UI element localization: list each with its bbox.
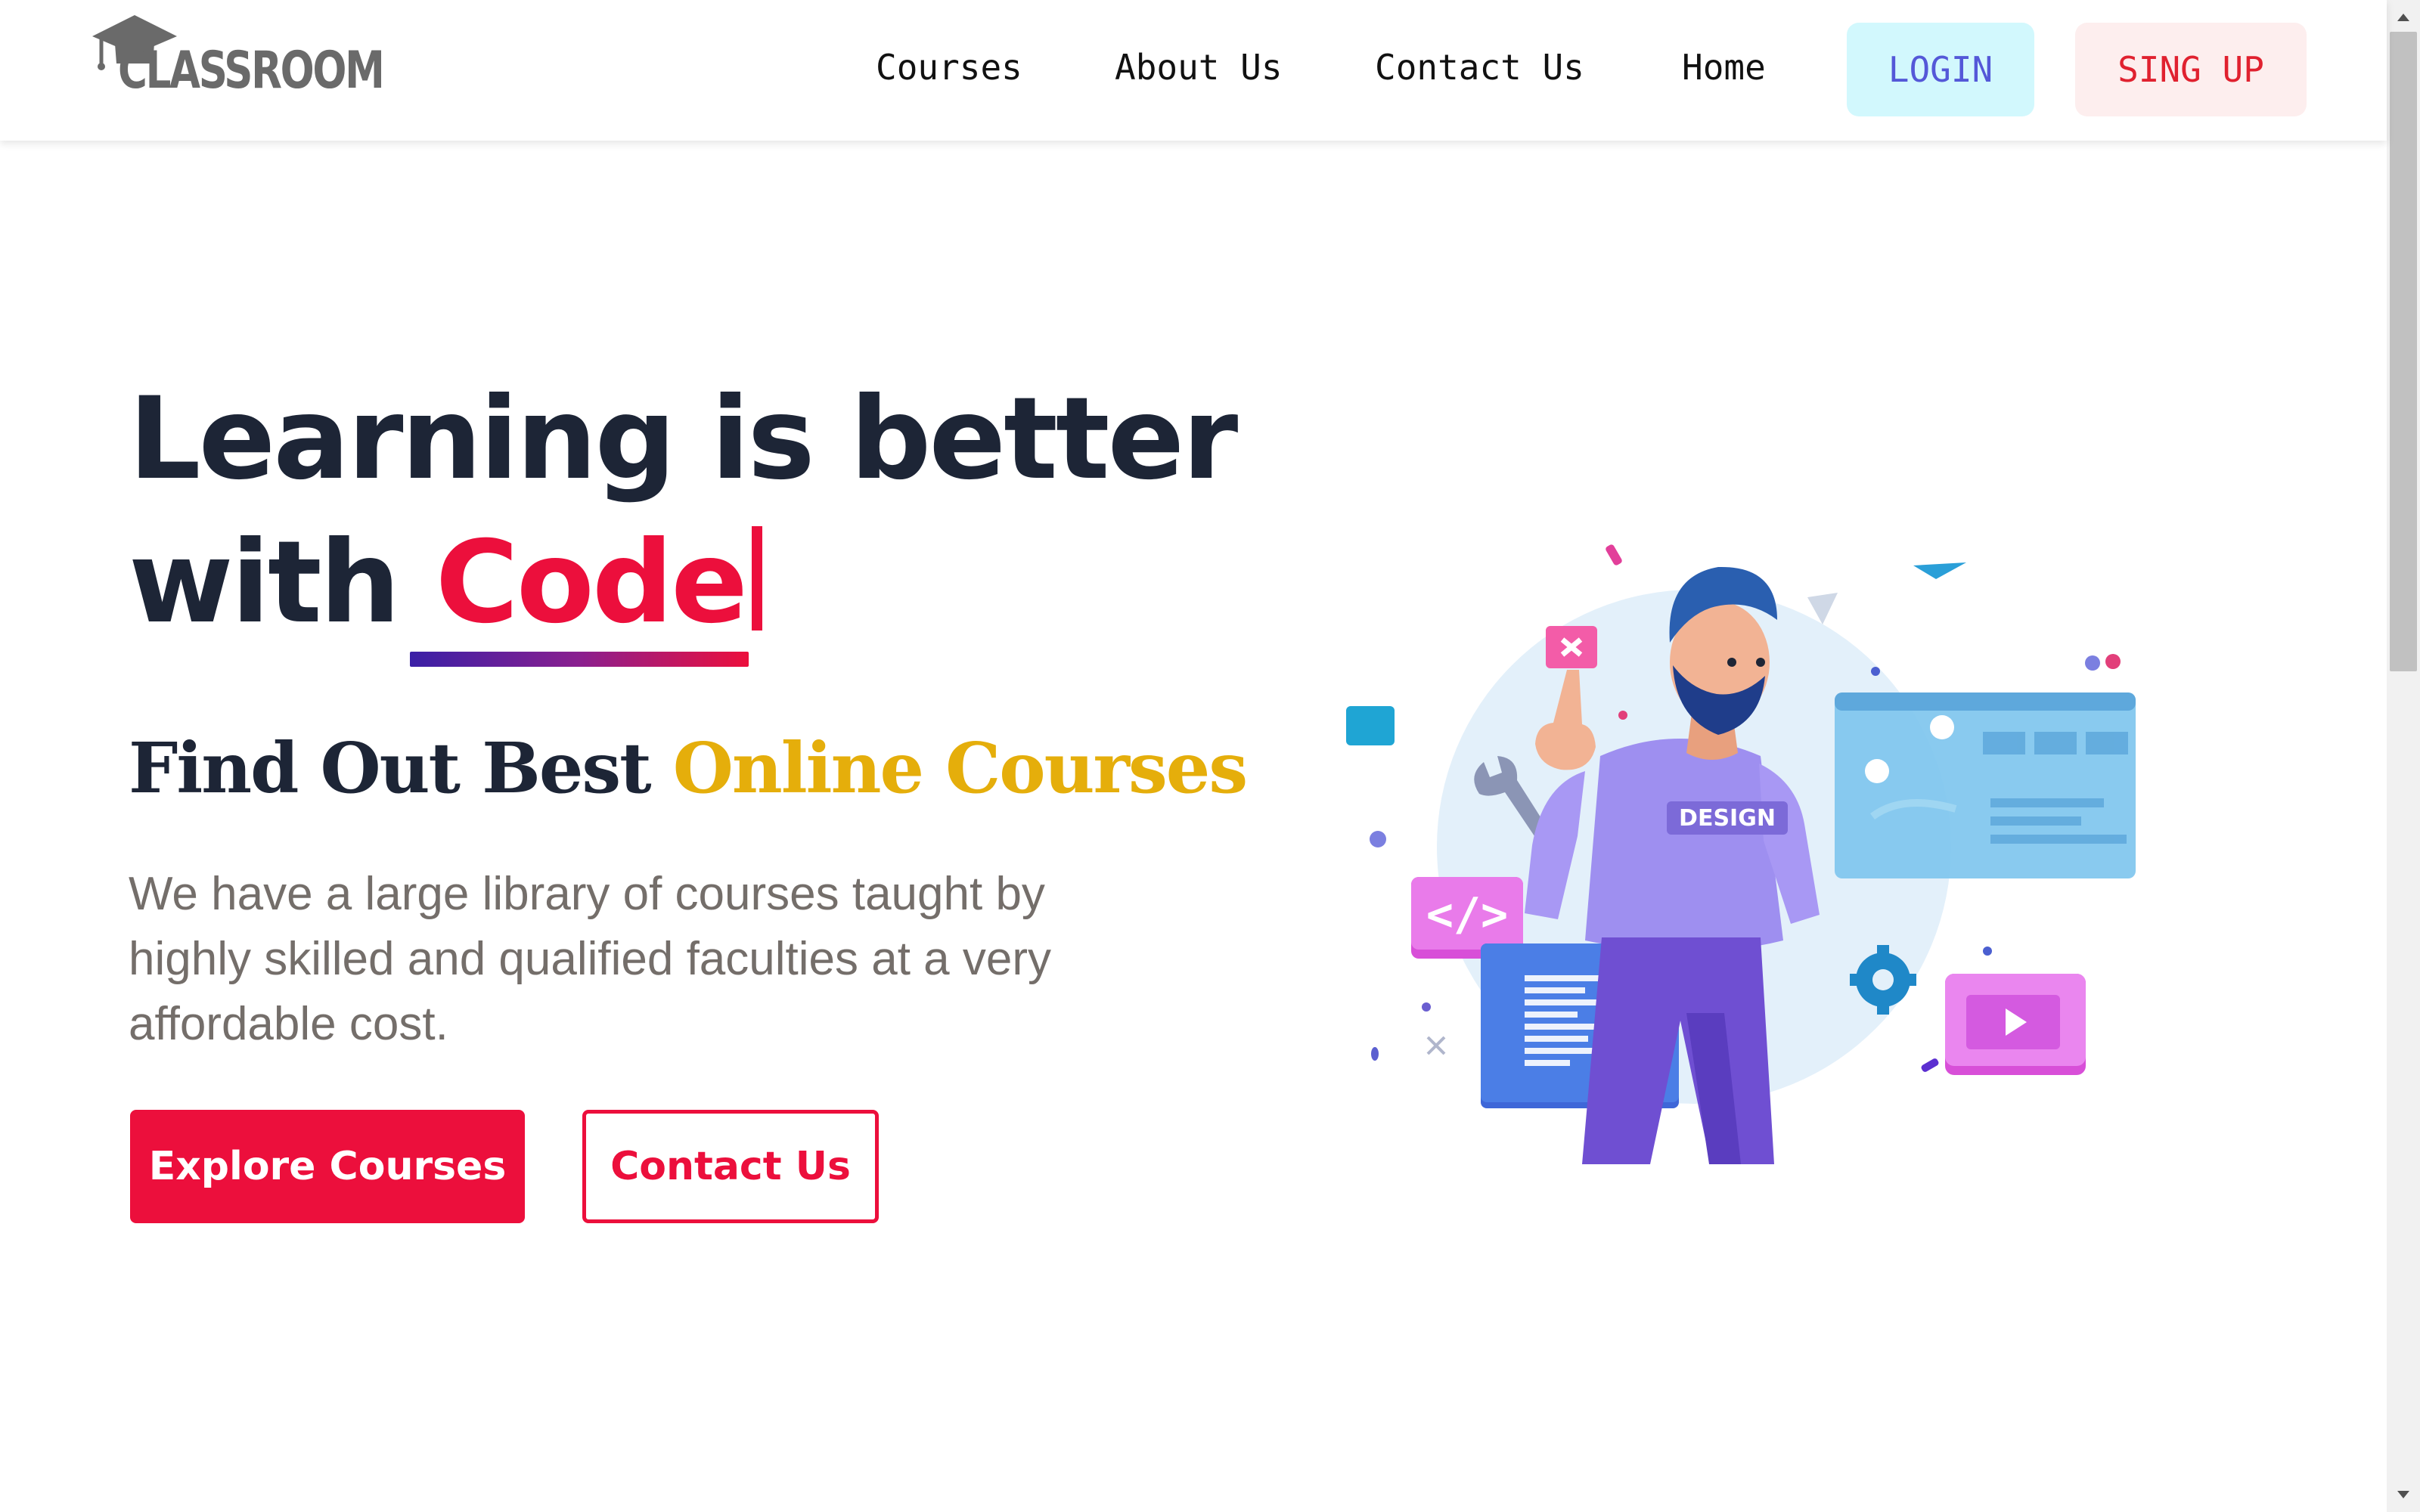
explore-courses-button[interactable]: Explore Courses	[130, 1110, 525, 1223]
typing-cursor	[751, 526, 762, 631]
hero-title-line-1: Learning is better	[129, 373, 1238, 505]
contact-us-button[interactable]: Contact Us	[582, 1110, 879, 1223]
nav-link-about-us[interactable]: About Us	[1115, 47, 1283, 88]
nav-link-home[interactable]: Home	[1682, 47, 1766, 88]
signup-button[interactable]: SING UP	[2075, 23, 2307, 116]
nav-link-contact-us[interactable]: Contact Us	[1375, 47, 1584, 88]
login-button[interactable]: LOGIN	[1847, 23, 2034, 116]
subtitle-highlight: Online Courses	[672, 727, 1248, 809]
hero-description: We have a large library of courses taugh…	[129, 868, 1052, 1050]
developer-illustration: </> DESIGN	[1346, 544, 2136, 1164]
scroll-up-arrow-icon[interactable]	[2387, 6, 2420, 29]
hero-illustration: </> DESIGN	[1331, 529, 2148, 1164]
hero-subtitle: Find Out Best Online Courses	[129, 727, 1248, 809]
logo-wordmark: CLASSROOM	[118, 41, 385, 101]
shirt-design-text: DESIGN	[1679, 805, 1776, 832]
landing-page: CLASSROOM Courses About Us Contact Us Ho…	[0, 0, 2420, 1512]
subtitle-plain: Find Out Best	[129, 727, 652, 809]
classroom-logo[interactable]: CLASSROOM	[88, 11, 390, 101]
hero-title: Learning is better with Code	[129, 367, 1238, 655]
nav-link-courses[interactable]: Courses	[876, 47, 1022, 88]
top-navbar: CLASSROOM Courses About Us Contact Us Ho…	[0, 0, 2387, 141]
hero-title-highlight: Code	[435, 517, 748, 649]
vertical-scrollbar[interactable]	[2387, 0, 2420, 1512]
scroll-down-arrow-icon[interactable]	[2387, 1483, 2420, 1506]
highlight-underline	[410, 652, 749, 667]
scrollbar-thumb[interactable]	[2390, 32, 2417, 671]
svg-text:</>: </>	[1426, 888, 1508, 941]
hero-title-prefix: with	[129, 517, 400, 649]
